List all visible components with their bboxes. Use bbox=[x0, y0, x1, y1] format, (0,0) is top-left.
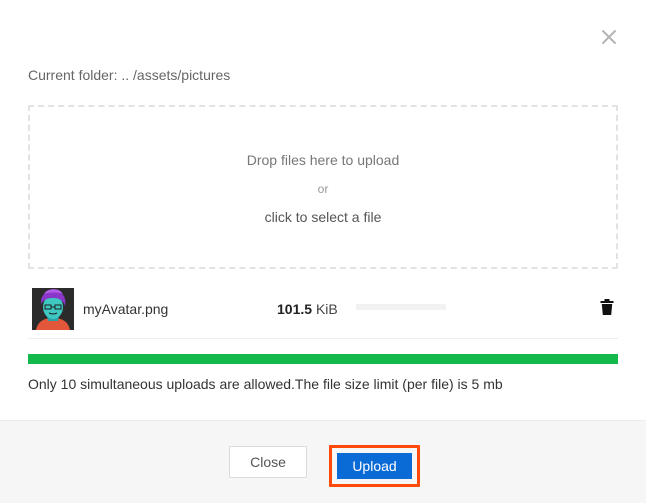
file-dropzone[interactable]: Drop files here to upload or click to se… bbox=[28, 105, 618, 269]
upload-button-highlight: Upload bbox=[329, 445, 420, 487]
trash-icon[interactable] bbox=[600, 299, 614, 315]
dropzone-click-text: click to select a file bbox=[264, 209, 382, 225]
dropzone-main-text: Drop files here to upload bbox=[246, 152, 400, 168]
dropzone-or-text: or bbox=[317, 182, 329, 196]
close-x-icon[interactable] bbox=[599, 27, 619, 47]
file-size-unit: KiB bbox=[315, 301, 338, 317]
upload-progress-fill bbox=[28, 354, 618, 364]
file-progress-bar bbox=[356, 304, 446, 310]
avatar-thumbnail bbox=[32, 288, 74, 330]
file-name: myAvatar.png bbox=[83, 301, 169, 317]
file-list-item: myAvatar.png 101.5 KiB bbox=[28, 286, 618, 339]
file-size: 101.5 KiB bbox=[277, 301, 338, 317]
upload-progress-bar bbox=[28, 354, 618, 364]
file-size-value: 101.5 bbox=[277, 301, 313, 317]
close-button[interactable]: Close bbox=[229, 446, 307, 478]
upload-limit-note: Only 10 simultaneous uploads are allowed… bbox=[28, 376, 503, 392]
upload-button[interactable]: Upload bbox=[337, 453, 412, 479]
dialog-footer: Close Upload bbox=[0, 420, 646, 503]
upload-dialog: Current folder: .. /assets/pictures Drop… bbox=[0, 0, 646, 503]
current-folder-label: Current folder: .. /assets/pictures bbox=[28, 67, 231, 83]
